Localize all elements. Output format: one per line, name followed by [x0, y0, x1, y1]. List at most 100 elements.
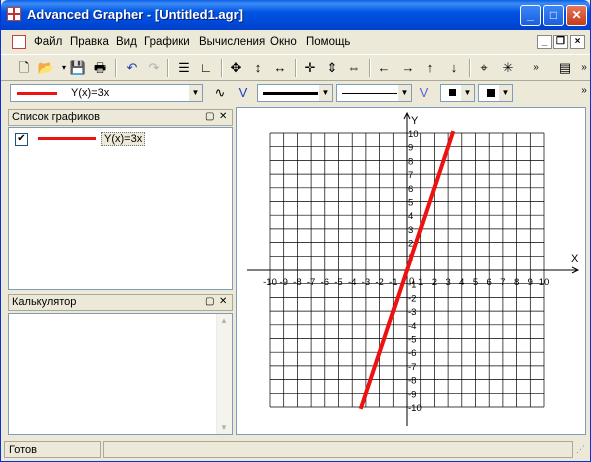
list-icon[interactable]: ☰ [175, 59, 193, 77]
mdi-restore-button[interactable]: ❐ [553, 35, 568, 49]
document-icon[interactable] [12, 35, 26, 49]
x-tick-label: 4 [459, 277, 464, 288]
y-tick-label: 9 [408, 143, 413, 154]
arrow-down-icon[interactable]: ↓ [445, 59, 463, 77]
calculator-scrollbar[interactable]: ▲ ▼ [216, 314, 232, 434]
arrow-left-icon[interactable]: ← [375, 59, 393, 77]
x-tick-label: -6 [321, 277, 329, 288]
toolbar-overflow-right-icon[interactable]: » [575, 59, 590, 77]
menu-help[interactable]: Помощь [306, 36, 350, 48]
toolbar-overflow-icon[interactable]: » [527, 59, 545, 77]
list-item[interactable]: ✔ Y(x)=3x [13, 132, 153, 148]
menu-window[interactable]: Окно [270, 36, 297, 48]
status-bar: Готов ⋰ [1, 438, 590, 460]
app-icon [7, 7, 21, 21]
x-tick-label: -5 [334, 277, 342, 288]
horizontal-resize-icon[interactable]: ↔ [271, 59, 289, 77]
graph-color-line [38, 137, 96, 140]
status-text: Готов [9, 444, 37, 456]
calculator-title: Калькулятор [12, 296, 77, 308]
panel-float-icon[interactable]: ▢ [205, 111, 214, 122]
x-tick-label: -3 [362, 277, 370, 288]
view-options-icon[interactable]: ▤ [556, 59, 574, 77]
minimize-button[interactable]: _ [520, 5, 541, 26]
close-button[interactable]: ✕ [566, 5, 587, 26]
panel-close-icon[interactable]: ✕ [219, 111, 227, 122]
line-width-select[interactable]: ▼ [257, 84, 333, 102]
v-marker-icon[interactable]: V [415, 84, 433, 102]
menu-edit[interactable]: Правка [70, 36, 109, 48]
save-icon[interactable]: 💾 [69, 59, 87, 77]
x-axis-label: X [571, 253, 579, 265]
app-window: Advanced Grapher - [Untitled1.agr] _ □ ✕… [0, 0, 591, 462]
title-bar[interactable]: Advanced Grapher - [Untitled1.agr] _ □ ✕ [1, 0, 590, 30]
x-tick-label: 5 [473, 277, 478, 288]
maximize-button[interactable]: □ [543, 5, 564, 26]
y-tick-label: -2 [408, 293, 416, 304]
menu-calculations[interactable]: Вычисления [199, 36, 265, 48]
y-tick-label: -5 [408, 335, 416, 346]
graph-plot[interactable]: XY-10 -9 -8 -7 -6 -5 -4 -3 -2 -1 1 2 3 4 5 6 7 8 9 10109876… [237, 108, 585, 434]
crosshair-icon[interactable]: ⌖ [475, 59, 493, 77]
function-select[interactable]: Y(x)=3x ▼ [10, 84, 203, 102]
marker-select[interactable]: ▼ [440, 84, 475, 102]
x-tick-label: 6 [487, 277, 492, 288]
chevron-down-icon: ▼ [499, 85, 512, 101]
scroll-down-icon[interactable]: ▼ [220, 423, 228, 432]
fill-select[interactable]: ▼ [478, 84, 513, 102]
graph-list-panel: ✔ Y(x)=3x [8, 127, 233, 290]
line-style-select[interactable]: ▼ [336, 84, 412, 102]
chevron-down-icon: ▼ [461, 85, 474, 101]
move-icon[interactable]: ✥ [227, 59, 245, 77]
menu-graphs[interactable]: Графики [144, 36, 190, 48]
v-line-icon[interactable]: V [234, 84, 252, 102]
redo-icon[interactable]: ↷ [145, 59, 163, 77]
snowflake-icon[interactable]: ✳ [499, 59, 517, 77]
y-tick-label: -9 [408, 389, 416, 400]
status-cell: Готов [4, 441, 101, 458]
line-color-swatch [17, 92, 57, 95]
undo-icon[interactable]: ↶ [123, 59, 141, 77]
menu-view[interactable]: Вид [116, 36, 137, 48]
y-tick-label: -3 [408, 307, 416, 318]
vertical-resize-icon[interactable]: ↕ [249, 59, 267, 77]
print-icon[interactable]: 🖶 [91, 59, 109, 77]
graph-item-label: Y(x)=3x [101, 132, 146, 146]
resize-grip-icon[interactable]: ⋰ [576, 444, 585, 455]
x-tick-label: 1 [418, 277, 423, 288]
graph-canvas[interactable]: X Y -10 -9 -8 -7 -6 -5 -4 -3 -2 -1 1 2 3 4 5 6 7 8 9 10 10 9 8 7 6… [236, 107, 586, 435]
mdi-minimize-button[interactable]: _ [537, 35, 552, 49]
curve-style-icon[interactable]: ∿ [211, 84, 229, 102]
y-tick-label: -10 [408, 403, 422, 414]
graph-toolbar: Y(x)=3x ▼ ∿ V ▼ ▼ V ▼ ▼ » [1, 81, 590, 105]
chevron-down-icon: ▼ [189, 85, 202, 101]
x-tick-label: 3 [445, 277, 450, 288]
calculator-panel[interactable]: ▲ ▼ [8, 313, 233, 435]
y-tick-label: -8 [408, 376, 416, 387]
window-title: Advanced Grapher - [Untitled1.agr] [27, 7, 243, 22]
menu-file[interactable]: Файл [34, 36, 62, 48]
zoom-in-icon[interactable]: ✛ [301, 59, 319, 77]
y-tick-label: 3 [408, 225, 413, 236]
panel-float-icon[interactable]: ▢ [205, 296, 214, 307]
x-tick-label: 7 [500, 277, 505, 288]
x-tick-label: -1 [389, 277, 397, 288]
mdi-close-button[interactable]: × [570, 35, 585, 49]
y-tick-label: 4 [408, 211, 413, 222]
horizontal-zoom-icon[interactable]: ⇔ [345, 59, 363, 77]
arrow-up-icon[interactable]: ↑ [421, 59, 439, 77]
panel-close-icon[interactable]: ✕ [219, 296, 227, 307]
calculator-header: Калькулятор ▢ ✕ [8, 294, 233, 311]
axes-icon[interactable]: ∟ [197, 59, 215, 77]
x-tick-label: 8 [514, 277, 519, 288]
toolbar-overflow-icon[interactable]: » [575, 82, 590, 100]
x-tick-label: -7 [307, 277, 315, 288]
scroll-up-icon[interactable]: ▲ [220, 316, 228, 325]
y-tick-label: -7 [408, 362, 416, 373]
new-file-icon[interactable]: 🗋 [15, 59, 33, 77]
graph-visible-checkbox[interactable]: ✔ [15, 133, 28, 146]
open-folder-icon[interactable]: 📂 [37, 59, 55, 77]
vertical-zoom-icon[interactable]: ⇕ [323, 59, 341, 77]
y-tick-label: 10 [408, 129, 419, 140]
arrow-right-icon[interactable]: → [399, 59, 417, 77]
